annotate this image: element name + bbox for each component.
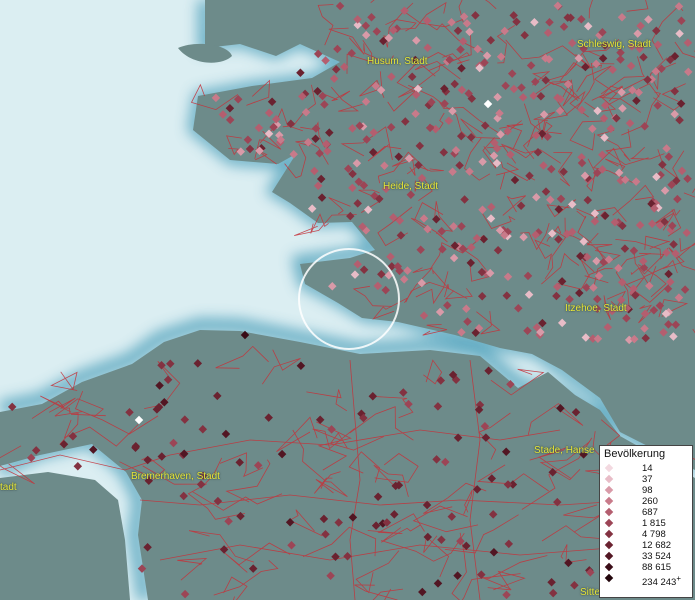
legend-swatch bbox=[604, 518, 614, 528]
legend-swatch bbox=[604, 551, 614, 561]
legend-label: 687 bbox=[642, 507, 658, 518]
legend-row: 12 682 bbox=[600, 540, 692, 551]
legend-title: Bevölkerung bbox=[604, 448, 666, 460]
legend-label: 37 bbox=[642, 474, 653, 485]
legend-row: 234 243+ bbox=[600, 573, 692, 588]
legend-label: 14 bbox=[642, 463, 653, 474]
population-legend: Bevölkerung 14 37 98 260 687 1 815 4 798… bbox=[599, 445, 693, 598]
label-bremerhaven: Bremerhaven, Stadt bbox=[131, 471, 220, 482]
legend-label: 98 bbox=[642, 485, 653, 496]
legend-swatch bbox=[604, 573, 614, 583]
legend-swatch bbox=[604, 507, 614, 517]
legend-label: 260 bbox=[642, 496, 658, 507]
legend-swatch bbox=[604, 485, 614, 495]
map-canvas[interactable] bbox=[0, 0, 695, 600]
label-husum: Husum, Stadt bbox=[367, 56, 428, 67]
legend-swatch bbox=[604, 474, 614, 484]
legend-overflow-mark: + bbox=[676, 574, 681, 583]
label-itzehoe: Itzehoe, Stadt bbox=[565, 303, 627, 314]
legend-row: 687 bbox=[600, 507, 692, 518]
legend-row: 4 798 bbox=[600, 529, 692, 540]
legend-label: 33 524 bbox=[642, 551, 672, 562]
legend-label-text: 234 243 bbox=[642, 577, 677, 589]
legend-label: 4 798 bbox=[642, 529, 666, 540]
label-heide: Heide, Stadt bbox=[383, 181, 439, 192]
legend-swatch bbox=[604, 529, 614, 539]
label-left-edge: tadt bbox=[0, 482, 17, 493]
label-sitte: Sitte bbox=[580, 587, 601, 598]
legend-row: 37 bbox=[600, 474, 692, 485]
label-stade: Stade, Hanse bbox=[534, 445, 595, 456]
legend-label: 1 815 bbox=[642, 518, 666, 529]
legend-swatch bbox=[604, 562, 614, 572]
legend-swatch bbox=[604, 463, 614, 473]
label-schleswig: Schleswig, Stadt bbox=[577, 39, 651, 50]
legend-row: 88 615 bbox=[600, 562, 692, 573]
legend-row: 98 bbox=[600, 485, 692, 496]
legend-label: 234 243+ bbox=[642, 573, 681, 588]
legend-row: 1 815 bbox=[600, 518, 692, 529]
legend-swatch bbox=[604, 540, 614, 550]
legend-label: 88 615 bbox=[642, 562, 672, 573]
legend-swatch bbox=[604, 496, 614, 506]
legend-row: 33 524 bbox=[600, 551, 692, 562]
legend-row: 260 bbox=[600, 496, 692, 507]
legend-label: 12 682 bbox=[642, 540, 672, 551]
legend-row: 14 bbox=[600, 463, 692, 474]
